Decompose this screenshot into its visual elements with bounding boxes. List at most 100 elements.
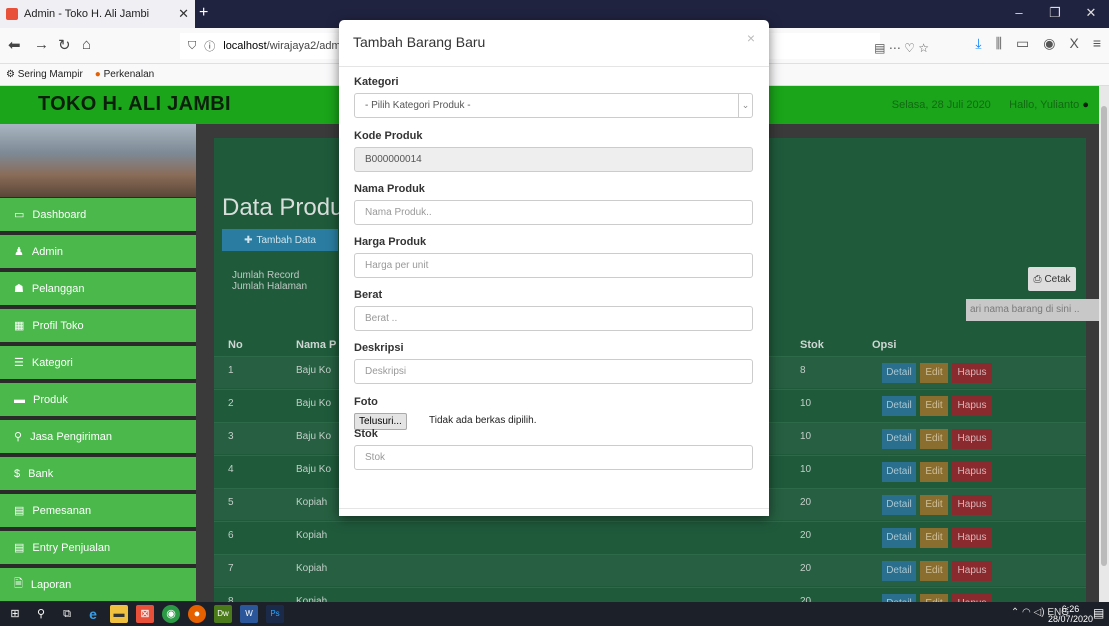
restore-icon[interactable]: ❐ [1037, 0, 1073, 28]
sidebar-item-entry-penjualan[interactable]: ▤ Entry Penjualan [0, 531, 196, 566]
sidebar-item-jasa-pengiriman[interactable]: ⚲ Jasa Pengiriman [0, 420, 196, 455]
edit-button[interactable]: Edit [920, 594, 948, 602]
page-actions-icon[interactable]: ▤ ⋯ ♡ ☆ [874, 41, 929, 55]
sidebar-item-admin[interactable]: ♟ Admin [0, 235, 196, 270]
print-button[interactable]: ⎙ Cetak [1028, 267, 1076, 291]
detail-button[interactable]: Detail [882, 528, 916, 548]
hapus-button[interactable]: Hapus [952, 363, 992, 383]
file-status: Tidak ada berkas dipilih. [429, 415, 537, 426]
minimize-icon[interactable]: – [1001, 0, 1037, 28]
new-tab-button[interactable]: + [199, 4, 208, 22]
row-no: 3 [228, 431, 234, 442]
sidebar-item-pemesanan[interactable]: ▤ Pemesanan [0, 494, 196, 529]
edit-button[interactable]: Edit [920, 429, 948, 449]
browser-toolbar: ⤓ ⫼ ▭ ◉ X ≡ [975, 35, 1101, 52]
download-icon[interactable]: ⤓ [975, 35, 981, 52]
sidebar-item-pelanggan[interactable]: ☗ Pelanggan [0, 272, 196, 307]
table-row: 8Kopiah20DetailEditHapus [214, 587, 1086, 602]
hapus-button[interactable]: Hapus [952, 561, 992, 581]
reload-icon[interactable]: ↻ [58, 36, 71, 54]
hapus-button[interactable]: Hapus [952, 462, 992, 482]
account-icon[interactable]: ◉ [1043, 35, 1055, 52]
row-nama: Baju Ko [296, 398, 332, 409]
bookmark-perkenalan[interactable]: ● Perkenalan [95, 69, 154, 80]
monitor-icon: ▭ [14, 209, 25, 221]
word-icon[interactable]: W [240, 605, 258, 623]
hapus-button[interactable]: Hapus [952, 396, 992, 416]
stok-input[interactable]: Stok [354, 445, 753, 470]
notification-icon[interactable]: ▤ [1093, 606, 1107, 622]
close-icon[interactable]: × [747, 30, 755, 46]
bookmark-sering-mampir[interactable]: ⚙ Sering Mampir [6, 69, 83, 80]
url-host: localhost [223, 40, 267, 52]
sidebar-item-dashboard[interactable]: ▭ Dashboard [0, 198, 196, 233]
kode-produk-field[interactable]: B000000014 [354, 147, 753, 172]
sidebar-item-bank[interactable]: $ Bank [0, 457, 196, 492]
edit-button[interactable]: Edit [920, 363, 948, 383]
row-stok: 10 [800, 398, 812, 409]
info-icon: ⓘ [204, 41, 216, 53]
file-icon: 🗎 [14, 578, 23, 590]
hapus-button[interactable]: Hapus [952, 495, 992, 515]
stok-label: Stok [354, 428, 378, 440]
close-tab-icon[interactable]: ✕ [178, 6, 189, 22]
sidebar-item-produk[interactable]: ▬ Produk [0, 383, 196, 418]
page-scrollbar[interactable] [1099, 86, 1109, 602]
favicon-icon [6, 8, 18, 20]
store-photo [0, 124, 196, 197]
chrome-icon[interactable]: ◉ [162, 605, 180, 623]
sidebar-icon[interactable]: ▭ [1016, 35, 1029, 52]
file-explorer-icon[interactable]: ▬ [110, 605, 128, 623]
sidebar-item-laporan[interactable]: 🗎 Laporan [0, 568, 196, 602]
home-icon[interactable]: ⌂ [82, 36, 91, 53]
header-greeting[interactable]: Hallo, Yulianto [1009, 99, 1079, 111]
windows-start-icon[interactable]: ⊞ [6, 605, 24, 623]
edit-button[interactable]: Edit [920, 462, 948, 482]
firefox-icon[interactable]: ● [188, 605, 206, 623]
credit-card-icon: ▤ [14, 505, 25, 517]
clock-time: 6:26 [1061, 604, 1080, 614]
sidebar-item-kategori[interactable]: ☰ Kategori [0, 346, 196, 381]
close-window-icon[interactable]: ✕ [1073, 0, 1109, 28]
edit-button[interactable]: Edit [920, 561, 948, 581]
clock[interactable]: 6:26 28/07/2020 [1048, 604, 1093, 624]
browser-tab[interactable]: Admin - Toko H. Ali Jambi ✕ [0, 0, 195, 28]
detail-button[interactable]: Detail [882, 396, 916, 416]
edit-button[interactable]: Edit [920, 528, 948, 548]
credit-card-icon: ▤ [14, 542, 25, 554]
record-info: Jumlah Record Jumlah Halaman [232, 270, 307, 292]
photoshop-icon[interactable]: Ps [266, 605, 284, 623]
detail-button[interactable]: Detail [882, 561, 916, 581]
task-view-icon[interactable]: ⧉ [58, 605, 76, 623]
hapus-button[interactable]: Hapus [952, 429, 992, 449]
scroll-thumb[interactable] [1101, 106, 1107, 566]
library-icon[interactable]: ⫼ [996, 35, 1002, 52]
dreamweaver-icon[interactable]: Dw [214, 605, 232, 623]
nama-produk-input[interactable]: Nama Produk.. [354, 200, 753, 225]
forward-icon[interactable]: → [34, 36, 49, 53]
modal-title: Tambah Barang Baru [353, 34, 486, 50]
detail-button[interactable]: Detail [882, 495, 916, 515]
search-icon[interactable]: ⚲ [32, 605, 50, 623]
edit-button[interactable]: Edit [920, 396, 948, 416]
harga-produk-input[interactable]: Harga per unit [354, 253, 753, 278]
search-input[interactable]: ari nama barang di sini .. [966, 299, 1099, 321]
back-icon[interactable]: ⬅ [8, 36, 21, 54]
hapus-button[interactable]: Hapus [952, 528, 992, 548]
detail-button[interactable]: Detail [882, 462, 916, 482]
detail-button[interactable]: Detail [882, 594, 916, 602]
deskripsi-input[interactable]: Deskripsi [354, 359, 753, 384]
sidebar-item-profil-toko[interactable]: ▦ Profil Toko [0, 309, 196, 344]
page-count-label: Jumlah Halaman [232, 281, 308, 292]
extension-icon[interactable]: X [1069, 35, 1078, 52]
berat-input[interactable]: Berat .. [354, 306, 753, 331]
edit-button[interactable]: Edit [920, 495, 948, 515]
detail-button[interactable]: Detail [882, 429, 916, 449]
hapus-button[interactable]: Hapus [952, 594, 992, 602]
menu-icon[interactable]: ≡ [1093, 35, 1101, 52]
xampp-icon[interactable]: ⊠ [136, 605, 154, 623]
kategori-select[interactable]: - Pilih Kategori Produk - ⌄ [354, 93, 753, 118]
edge-icon[interactable]: e [84, 605, 102, 623]
add-data-button[interactable]: ✚ Tambah Data [222, 229, 338, 251]
detail-button[interactable]: Detail [882, 363, 916, 383]
